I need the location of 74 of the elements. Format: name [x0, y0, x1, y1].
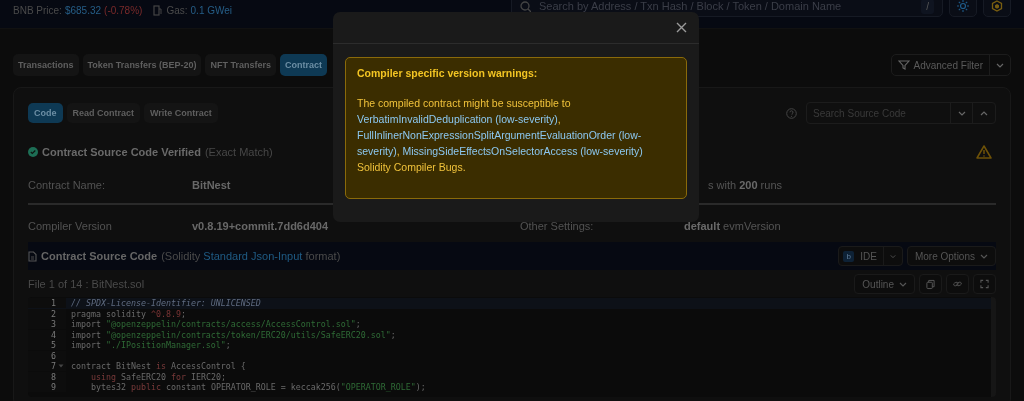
bug-link[interactable]: FullInlinerNonExpressionSplitArgumentEvaluationOrder [357, 129, 616, 141]
field-label: Contract Name: [28, 179, 107, 191]
code-line: contract BitNest is AccessControl { [70, 361, 246, 372]
check-circle-icon [28, 147, 38, 157]
filter-icon [897, 60, 910, 70]
section-title: Contract Source Code [41, 250, 158, 262]
fold-caret-icon [58, 364, 64, 369]
format-link[interactable]: Standard Json-Input [203, 250, 303, 262]
code-line: // SPDX-License-Identifier: UNLICENSED [70, 298, 261, 309]
chevron-down-icon [980, 253, 988, 259]
code-line: import "./IPositionManager.sol"; [70, 340, 231, 351]
field-value: default evmVersion [684, 220, 781, 232]
fullscreen-icon [980, 279, 989, 289]
file-icon [28, 250, 37, 262]
code-line: using SafeERC20 for IERC20; [89, 371, 226, 382]
code-line: pragma solidity ^0.8.9; [70, 308, 186, 319]
tab[interactable]: Read Contract [66, 103, 140, 123]
bug-link[interactable]: VerbatimInvalidDeduplication [357, 113, 493, 125]
field-value: s with 200 runs [708, 179, 782, 191]
cube-icon [991, 0, 1003, 12]
price-change: (-0.78%) [104, 4, 143, 16]
line-number: 7 [51, 361, 56, 372]
price-label: BNB Price: [13, 4, 62, 16]
line-number: 4 [51, 329, 56, 340]
search-icon [520, 0, 531, 12]
field-value: BitNest [192, 179, 232, 191]
line-number: 2 [51, 308, 56, 319]
tab[interactable]: Code [28, 103, 63, 123]
tab[interactable]: Contract [279, 54, 327, 76]
format-note: (Solidity Standard Json-Input format) [161, 250, 341, 262]
chevron-down-icon [996, 62, 1004, 68]
gas-label: Gas: [166, 4, 188, 16]
field-label: Compiler Version [28, 220, 113, 232]
network-button[interactable] [983, 0, 1011, 17]
line-number: 9 [51, 382, 56, 393]
code-line: bytes32 public constant OPERATOR_ROLE = keccak256("OPERATOR_ROLE"); [89, 382, 426, 393]
warning-title: Compiler specific version warnings: [357, 67, 539, 79]
line-number: 6 [51, 350, 56, 361]
chevron-up-icon [980, 110, 988, 116]
copy-button[interactable] [919, 274, 942, 294]
sun-icon [957, 0, 969, 12]
theme-button[interactable] [949, 0, 977, 17]
verified-title: Contract Source Code Verified [42, 146, 201, 158]
tab[interactable]: NFT Transfers [205, 54, 276, 76]
help-icon [786, 107, 797, 119]
line-number: 1 [51, 298, 56, 309]
warning-icon [976, 145, 992, 159]
field-value: v0.8.19+commit.7dd6d404 [192, 220, 330, 232]
line-number: 3 [51, 319, 56, 330]
line-number: 5 [51, 340, 56, 351]
tab[interactable]: Token Transfers (BEP-20) [82, 54, 202, 76]
fullscreen-button[interactable] [973, 274, 996, 294]
copy-icon [926, 278, 935, 290]
ide-logo-icon: b [843, 250, 855, 262]
code-line: import "@openzeppelin/contracts/access/AccessControl.sol"; [70, 319, 361, 330]
fuel-pump-icon [153, 4, 164, 16]
close-icon [675, 22, 687, 33]
more-options-button[interactable]: More Options [906, 246, 996, 266]
outline-button[interactable]: Outline [854, 274, 915, 294]
code-line: import "@openzeppelin/contracts/token/ERC20/utils/SafeERC20.sol"; [70, 329, 396, 340]
field-label: Other Settings: [520, 220, 595, 232]
bug-link[interactable]: MissingSideEffectsOnSelectorAccess [402, 145, 578, 157]
gas-value: 0.1 GWei [190, 4, 233, 16]
tab[interactable]: Transactions [13, 54, 79, 76]
warning-text: The compiled contract might be susceptible to VerbatimInvalidDeduplication (low-severity), FullInlinerNonExpressionSplitArgumentEvaluationOrder (low-severity), MissingSideEffectsOnSelectorAccess (low-severity) Solidity Compiler Bugs. [357, 96, 644, 175]
price-value: $685.32 [64, 4, 102, 16]
chevron-down-icon [889, 253, 896, 259]
link-button[interactable] [946, 274, 969, 294]
tab[interactable]: Write Contract [144, 103, 218, 123]
line-number: 8 [51, 371, 56, 382]
chevron-down-icon [899, 281, 907, 287]
link-icon [953, 279, 962, 289]
chevron-down-icon [957, 110, 966, 116]
shortcut-key: / [921, 0, 934, 14]
